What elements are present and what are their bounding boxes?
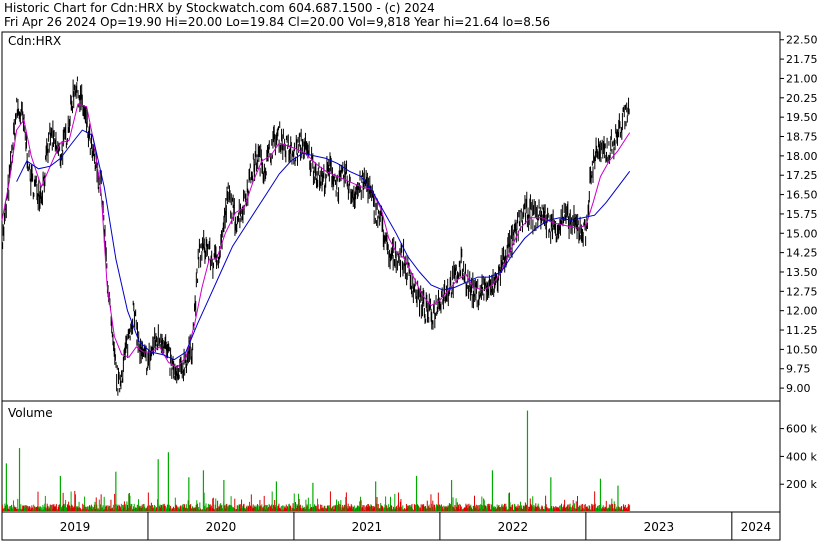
price-panel-label: Cdn:HRX [8,34,61,48]
price-tick-label: 10.50 [786,343,818,356]
price-tick-label: 14.25 [786,247,818,260]
price-tick-label: 21.00 [786,72,818,85]
price-tick-label: 11.25 [786,324,818,337]
price-tick-label: 17.25 [786,169,818,182]
year-label: 2022 [498,520,529,534]
price-panel [1,31,781,402]
price-tick-label: 18.75 [786,131,818,144]
year-label: 2021 [352,520,383,534]
price-tick-label: 20.25 [786,92,818,105]
price-tick-label: 13.50 [786,266,818,279]
volume-tick-label: 400 k [786,450,817,463]
chart-window: Historic Chart for Cdn:HRX by Stockwatch… [0,0,830,543]
price-tick-label: 12.00 [786,305,818,318]
price-tick-label: 9.75 [786,363,811,376]
year-label: 2019 [60,520,91,534]
price-tick-label: 9.00 [786,382,811,395]
year-label: 2024 [741,520,772,534]
year-label: 2023 [644,520,675,534]
volume-panel-label: Volume [8,406,53,420]
price-tick-label: 12.75 [786,285,818,298]
year-label: 2020 [206,520,237,534]
volume-panel [1,400,781,513]
price-tick-label: 15.00 [786,227,818,240]
stock-chart: Cdn:HRX Volume 22.50 21.75 21.00 20.25 19.50 18… [1,31,818,541]
volume-tick-label: 200 k [786,478,817,491]
price-tick-label: 19.50 [786,111,818,124]
price-tick-label: 21.75 [786,53,818,66]
price-tick-label: 18.00 [786,150,818,163]
price-tick-label: 16.50 [786,189,818,202]
price-tick-label: 15.75 [786,208,818,221]
volume-tick-label: 600 k [786,423,817,436]
price-tick-label: 22.50 [786,34,818,47]
